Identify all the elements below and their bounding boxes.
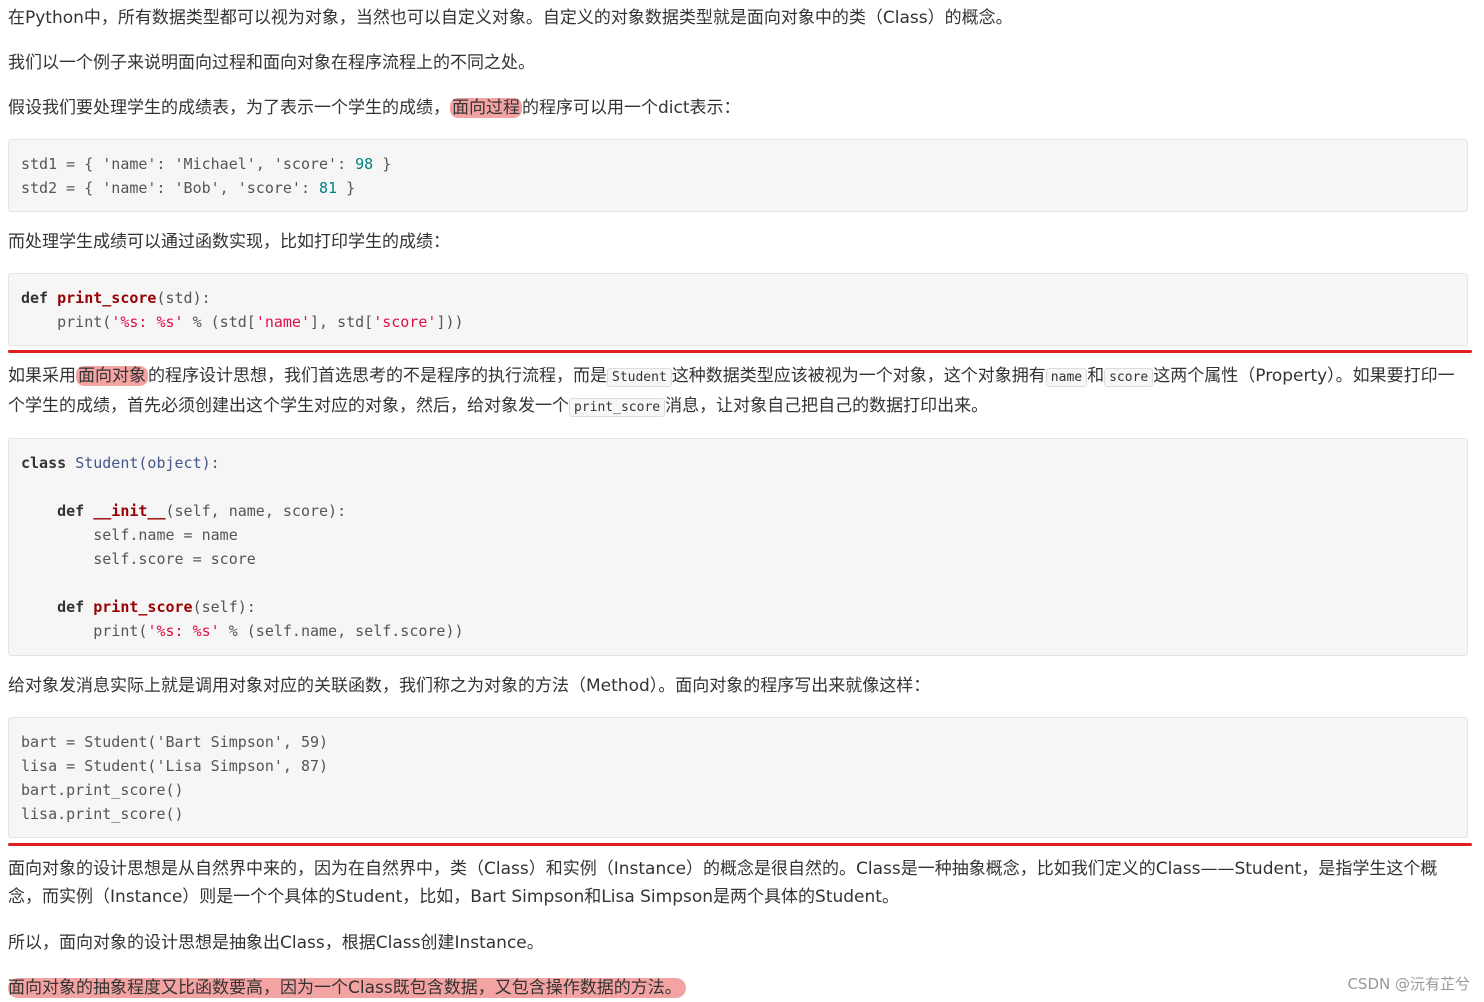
code-block-dict: std1 = { 'name': 'Michael', 'score': 98 … bbox=[8, 139, 1468, 212]
code-string: 'score' bbox=[373, 313, 437, 331]
red-underline-rule bbox=[8, 843, 1472, 846]
code-keyword: def bbox=[21, 289, 49, 307]
code-string: 'name' bbox=[255, 313, 310, 331]
code-line: self.name = name bbox=[21, 526, 238, 544]
code-text: print( bbox=[21, 622, 148, 640]
paragraph-procedural: 假设我们要处理学生的成绩表，为了表示一个学生的成绩， 面向过程 的程序可以用一个di… bbox=[8, 94, 1470, 122]
code-line: std1 = { 'name': 'Michael', 'score': 98 … bbox=[21, 152, 391, 176]
code-text: } bbox=[373, 155, 392, 173]
code-text: (self, name, score): bbox=[165, 502, 347, 520]
text-segment: 假设我们要处理学生的成绩表，为了表示一个学生的成绩， bbox=[8, 98, 450, 118]
paragraph-example: 我们以一个例子来说明面向过程和面向对象在程序流程上的不同之处。 bbox=[8, 53, 535, 73]
highlight-object-oriented: 面向对象 bbox=[76, 366, 148, 386]
text-segment: 的程序设计思想，我们首选思考的不是程序的执行流程，而是 bbox=[148, 366, 607, 386]
code-text: ])) bbox=[436, 313, 464, 331]
code-text: } bbox=[337, 179, 356, 197]
inline-code-score: score bbox=[1104, 368, 1154, 387]
code-function-name: __init__ bbox=[93, 502, 166, 520]
text-segment: 和 bbox=[1087, 366, 1105, 386]
code-number: 81 bbox=[319, 179, 338, 197]
code-text: std1 = { 'name': 'Michael', 'score': bbox=[21, 155, 356, 173]
code-line: print('%s: %s' % (self.name, self.score)… bbox=[21, 619, 464, 643]
text-segment: 的程序可以用一个dict表示： bbox=[522, 98, 741, 118]
highlight-procedural: 面向过程 bbox=[450, 98, 522, 118]
code-keyword: def bbox=[57, 502, 85, 520]
paragraph-abstraction: 所以，面向对象的设计思想是抽象出Class，根据Class创建Instance。 bbox=[8, 933, 544, 953]
csdn-watermark: CSDN @沅有芷兮 bbox=[1347, 975, 1470, 993]
code-class-name: Student(object): bbox=[75, 454, 220, 472]
code-text: (self): bbox=[192, 598, 256, 616]
paragraph-object-oriented: 如果采用 面向对象 的程序设计思想，我们首选思考的不是程序的执行流程，而是 Stude… bbox=[8, 362, 1470, 422]
paragraph-intro: 在Python中，所有数据类型都可以视为对象，当然也可以自定义对象。自定义的对象… bbox=[8, 8, 1013, 28]
code-line: def print_score(self): bbox=[21, 595, 256, 619]
paragraph-function: 而处理学生成绩可以通过函数实现，比如打印学生的成绩： bbox=[8, 232, 450, 252]
code-line: print('%s: %s' % (std['name'], std['scor… bbox=[21, 310, 464, 334]
code-text: ], std[ bbox=[310, 313, 374, 331]
code-text: % (std[ bbox=[183, 313, 256, 331]
inline-code-print-score: print_score bbox=[569, 398, 666, 417]
inline-code-student: Student bbox=[607, 368, 672, 387]
code-text: (std): bbox=[156, 289, 211, 307]
paragraph-method: 给对象发消息实际上就是调用对象对应的关联函数，我们称之为对象的方法（Method… bbox=[8, 676, 931, 696]
code-string: '%s: %s' bbox=[111, 313, 184, 331]
code-string: '%s: %s' bbox=[147, 622, 220, 640]
paragraph-design-idea: 面向对象的设计思想是从自然界中来的，因为在自然界中，类（Class）和实例（In… bbox=[8, 859, 1438, 907]
code-line: class Student(object): bbox=[21, 451, 220, 475]
code-text: std2 = { 'name': 'Bob', 'score': bbox=[21, 179, 320, 197]
text-segment: 这种数据类型应该被视为一个对象，这个对象拥有 bbox=[671, 366, 1046, 386]
code-line: self.score = score bbox=[21, 550, 256, 568]
text-segment: 如果采用 bbox=[8, 366, 76, 386]
code-function-name: print_score bbox=[93, 598, 193, 616]
code-keyword: class bbox=[21, 454, 67, 472]
code-number: 98 bbox=[355, 155, 374, 173]
highlight-conclusion: 面向对象的抽象程度又比函数要高，因为一个Class既包含数据，又包含操作数据的方… bbox=[8, 978, 686, 998]
code-line: def __init__(self, name, score): bbox=[21, 499, 346, 523]
code-block-print-score: def print_score(std): print('%s: %s' % (… bbox=[8, 273, 1468, 346]
code-line: bart.print_score() bbox=[21, 781, 184, 799]
code-block-student-class: class Student(object): def __init__(self… bbox=[8, 438, 1468, 656]
code-keyword: def bbox=[57, 598, 85, 616]
paragraph-conclusion: 面向对象的抽象程度又比函数要高，因为一个Class既包含数据，又包含操作数据的方… bbox=[8, 974, 1470, 1002]
code-line: lisa.print_score() bbox=[21, 805, 184, 823]
code-line: std2 = { 'name': 'Bob', 'score': 81 } bbox=[21, 176, 355, 200]
code-line: def print_score(std): bbox=[21, 286, 211, 310]
red-underline-rule bbox=[8, 350, 1472, 353]
code-line: bart = Student('Bart Simpson', 59) bbox=[21, 733, 329, 751]
code-function-name: print_score bbox=[57, 289, 157, 307]
text-segment: 消息，让对象自己把自己的数据打印出来。 bbox=[665, 396, 989, 416]
inline-code-name: name bbox=[1045, 368, 1088, 387]
code-text: % (self.name, self.score)) bbox=[219, 622, 464, 640]
code-line: lisa = Student('Lisa Simpson', 87) bbox=[21, 757, 329, 775]
code-text: print( bbox=[21, 313, 112, 331]
code-block-instances: bart = Student('Bart Simpson', 59) lisa … bbox=[8, 717, 1468, 838]
